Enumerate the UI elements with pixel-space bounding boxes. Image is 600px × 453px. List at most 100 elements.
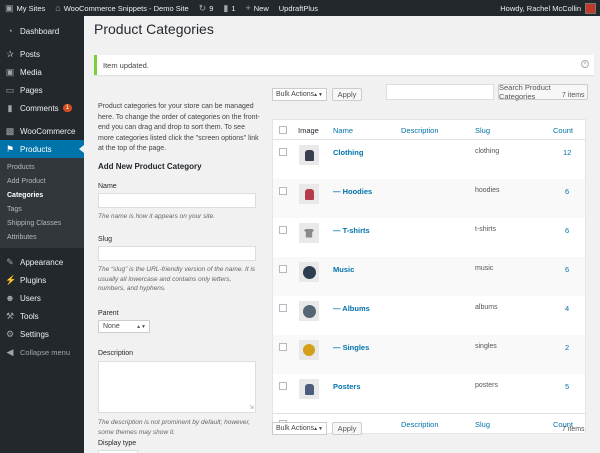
admin-sidebar: ◔ Dashboard ✰ Posts ▣ Media ▭ Pages ▮ Comment… xyxy=(0,16,84,453)
category-thumbnail xyxy=(299,184,319,204)
products-submenu: Products Add Product Categories Tags Shi… xyxy=(0,158,84,248)
apply-button-top[interactable]: Apply xyxy=(332,88,362,101)
name-hint: The name is how it appears on your site. xyxy=(98,213,216,220)
new-content-link[interactable]: + New xyxy=(240,0,273,16)
category-slug: clothing xyxy=(475,148,500,155)
apply-button-bottom[interactable]: Apply xyxy=(332,422,362,435)
row-checkbox[interactable] xyxy=(279,343,287,351)
parent-select[interactable]: None ▲▼ xyxy=(98,320,150,333)
column-description[interactable]: Description xyxy=(401,126,439,135)
row-checkbox[interactable] xyxy=(279,187,287,195)
category-name-link[interactable]: — T-shirts xyxy=(333,226,370,235)
column-image: Image xyxy=(298,126,319,135)
comment-icon: ▮ xyxy=(7,102,13,113)
category-slug: t-shirts xyxy=(475,226,496,233)
category-count-link[interactable]: 12 xyxy=(563,148,571,157)
category-name-link[interactable]: Posters xyxy=(333,382,361,391)
slug-label: Slug xyxy=(98,236,113,243)
submenu-item-products[interactable]: Products xyxy=(0,161,84,175)
category-count-link[interactable]: 5 xyxy=(565,382,569,391)
updraftplus-link[interactable]: UpdraftPlus xyxy=(274,0,323,16)
row-checkbox[interactable] xyxy=(279,382,287,390)
select-all-checkbox[interactable] xyxy=(279,126,287,134)
category-count-link[interactable]: 4 xyxy=(565,304,569,313)
category-count-link[interactable]: 6 xyxy=(565,187,569,196)
category-name-link[interactable]: — Singles xyxy=(333,343,369,352)
account-menu[interactable]: Howdy, Rachel McCollin xyxy=(495,0,600,16)
sidebar-item-products[interactable]: ⚑ Products xyxy=(0,140,84,158)
submenu-item-add-product[interactable]: Add Product xyxy=(0,175,84,189)
collapse-menu-button[interactable]: ◀ Collapse menu xyxy=(0,343,84,361)
sidebar-item-plugins[interactable]: ⚡ Plugins xyxy=(0,271,84,289)
submenu-item-tags[interactable]: Tags xyxy=(0,203,84,217)
category-count-link[interactable]: 6 xyxy=(565,226,569,235)
name-label: Name xyxy=(98,183,117,190)
row-checkbox[interactable] xyxy=(279,148,287,156)
resize-handle-icon[interactable]: ⇲ xyxy=(249,404,254,411)
add-category-heading: Add New Product Category xyxy=(98,162,202,171)
category-slug: albums xyxy=(475,304,498,311)
row-checkbox[interactable] xyxy=(279,304,287,312)
chevron-down-icon: ▲▼ xyxy=(313,91,323,98)
sidebar-item-posts[interactable]: ✰ Posts xyxy=(0,45,84,63)
display-type-label: Display type xyxy=(98,440,137,447)
page-title: Product Categories xyxy=(94,21,214,37)
column-count[interactable]: Count xyxy=(553,126,573,135)
item-count-top: 7 items xyxy=(562,92,585,99)
dashboard-icon: ◔ xyxy=(7,26,13,36)
category-thumbnail xyxy=(299,262,319,282)
sidebar-item-dashboard[interactable]: ◔ Dashboard xyxy=(0,22,84,40)
sidebar-item-users[interactable]: ☻ Users xyxy=(0,289,84,307)
column-name[interactable]: Name xyxy=(333,126,353,135)
plug-icon: ⚡ xyxy=(5,274,17,285)
categories-table: Image Name Description Slug Count Clothi… xyxy=(272,119,586,434)
description-label: Description xyxy=(98,350,134,357)
sites-icon: ▣ xyxy=(5,2,14,13)
category-slug: posters xyxy=(475,382,498,389)
description-hint: The description is not prominent by defa… xyxy=(98,419,251,436)
category-count-link[interactable]: 2 xyxy=(565,343,569,352)
table-row: — Singles singles 2 xyxy=(273,335,585,374)
column-slug[interactable]: Slug xyxy=(475,126,490,135)
sidebar-item-tools[interactable]: ⚒ Tools xyxy=(0,307,84,325)
bulk-actions-select-bottom[interactable]: Bulk Actions ▲▼ xyxy=(272,422,327,435)
description-textarea[interactable]: ⇲ xyxy=(98,361,256,413)
sidebar-item-pages[interactable]: ▭ Pages xyxy=(0,81,84,99)
category-name-link[interactable]: — Hoodies xyxy=(333,187,372,196)
column-description[interactable]: Description xyxy=(401,420,439,429)
category-count-link[interactable]: 6 xyxy=(565,265,569,274)
comment-icon: ▮ xyxy=(223,2,229,13)
submenu-item-shipping-classes[interactable]: Shipping Classes xyxy=(0,217,84,231)
sidebar-item-woocommerce[interactable]: ▩ WooCommerce xyxy=(0,122,84,140)
category-thumbnail xyxy=(299,145,319,165)
plus-icon: + xyxy=(245,2,251,13)
category-thumbnail xyxy=(299,223,319,243)
sidebar-item-comments[interactable]: ▮ Comments 1 xyxy=(0,99,84,117)
site-name-link[interactable]: ⌂ WooCommerce Snippets - Demo Site xyxy=(50,0,193,16)
my-sites-link[interactable]: ▣ My Sites xyxy=(0,0,50,16)
refresh-icon: ↻ xyxy=(198,2,207,13)
category-name-link[interactable]: Clothing xyxy=(333,148,363,157)
comments-link[interactable]: ▮ 1 xyxy=(218,0,240,16)
chevron-down-icon: ▲▼ xyxy=(136,323,146,330)
sidebar-item-appearance[interactable]: ✎ Appearance xyxy=(0,253,84,271)
row-checkbox[interactable] xyxy=(279,226,287,234)
bulk-actions-select-top[interactable]: Bulk Actions ▲▼ xyxy=(272,88,327,101)
row-checkbox[interactable] xyxy=(279,265,287,273)
submenu-item-attributes[interactable]: Attributes xyxy=(0,231,84,245)
sidebar-item-media[interactable]: ▣ Media xyxy=(0,63,84,81)
updates-link[interactable]: ↻ 9 xyxy=(194,0,219,16)
slug-hint: The “slug” is the URL-friendly version o… xyxy=(98,266,256,292)
dismiss-icon[interactable]: × xyxy=(581,60,589,68)
column-slug[interactable]: Slug xyxy=(475,420,490,429)
pin-icon: ✰ xyxy=(6,48,14,59)
category-name-link[interactable]: — Albums xyxy=(333,304,370,313)
category-name-link[interactable]: Music xyxy=(333,265,354,274)
slug-field[interactable] xyxy=(98,246,256,261)
name-field[interactable] xyxy=(98,193,256,208)
search-input[interactable] xyxy=(386,84,494,100)
table-row: Posters posters 5 xyxy=(273,374,585,413)
category-thumbnail xyxy=(299,301,319,321)
submenu-item-categories[interactable]: Categories xyxy=(0,189,84,203)
sidebar-item-settings[interactable]: ⚙ Settings xyxy=(0,325,84,343)
